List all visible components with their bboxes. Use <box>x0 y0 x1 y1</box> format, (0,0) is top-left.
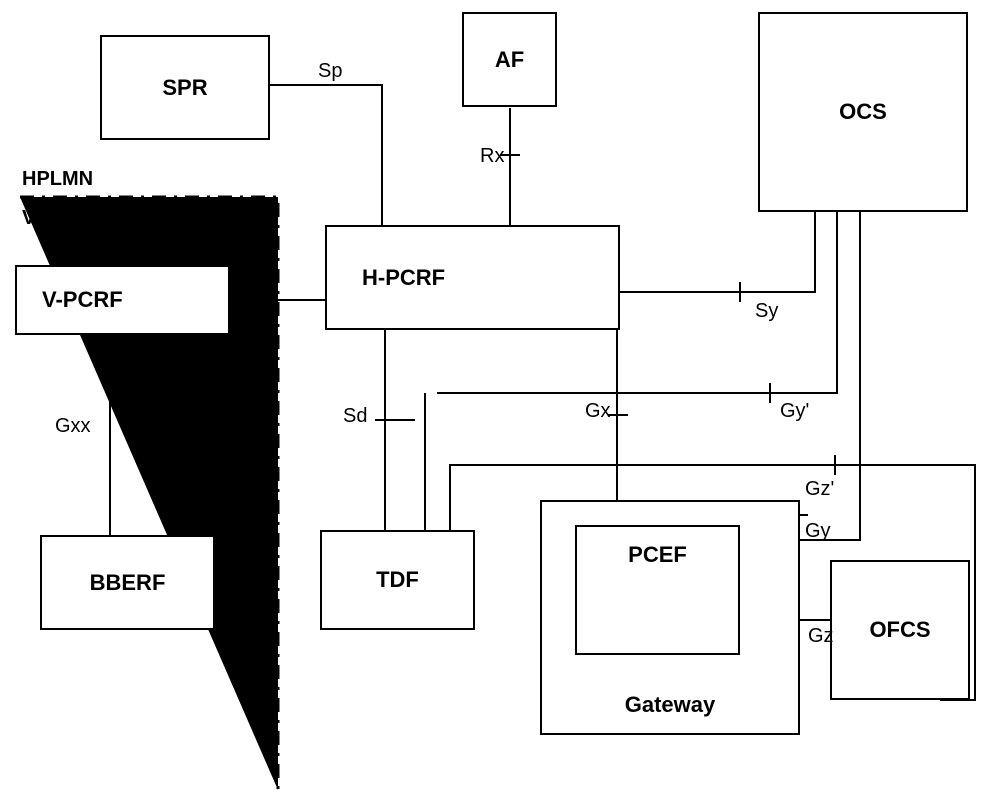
node-bberf: BBERF <box>40 535 215 630</box>
iface-sp: Sp <box>318 60 342 83</box>
node-ofcs: OFCS <box>830 560 970 700</box>
node-pcef: PCEF <box>575 525 740 655</box>
node-af: AF <box>462 12 557 107</box>
iface-gzp: Gz' <box>805 478 834 501</box>
node-spr: SPR <box>100 35 270 140</box>
node-tdf: TDF <box>320 530 475 630</box>
node-v-pcrf: V-PCRF <box>15 265 230 335</box>
iface-s9: S9 <box>240 245 264 268</box>
iface-gyp: Gy' <box>780 400 809 423</box>
iface-sd: Sd <box>343 405 367 428</box>
iface-gx: Gx <box>585 400 611 423</box>
diagram-stage: SPR AF OCS H-PCRF V-PCRF BBERF TDF Gatew… <box>0 0 1000 792</box>
iface-sy: Sy <box>755 300 778 323</box>
region-hplmn-label: HPLMN <box>22 168 93 191</box>
node-h-pcrf: H-PCRF <box>325 225 620 330</box>
iface-rx: Rx <box>480 145 504 168</box>
region-vplmn-label: VPLMN <box>22 207 92 230</box>
iface-gxx: Gxx <box>55 415 91 438</box>
iface-gz: Gz <box>808 625 834 648</box>
iface-gy: Gy <box>805 520 831 543</box>
gateway-label: Gateway <box>625 692 716 718</box>
node-ocs: OCS <box>758 12 968 212</box>
